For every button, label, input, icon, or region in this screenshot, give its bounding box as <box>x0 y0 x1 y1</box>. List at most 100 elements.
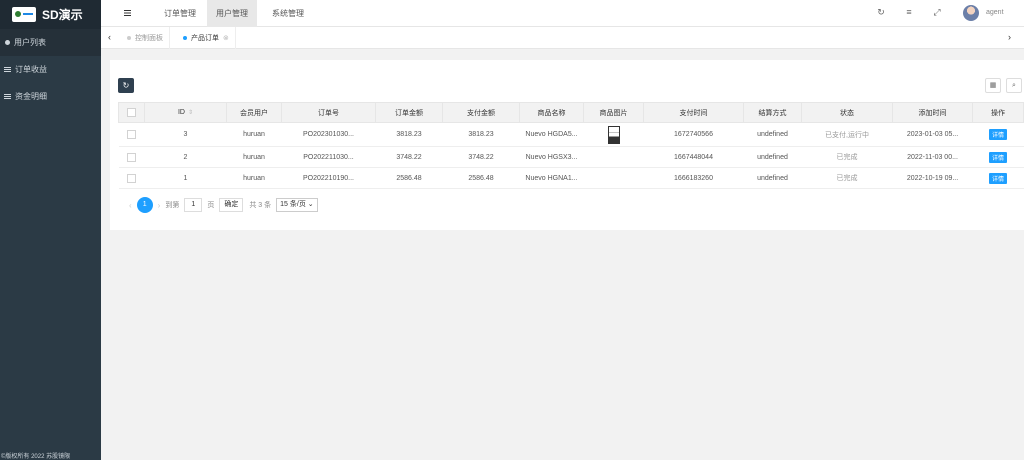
select-all-checkbox[interactable] <box>127 108 136 117</box>
row-checkbox[interactable] <box>127 152 136 162</box>
fullscreen-icon[interactable]: ⤢ <box>933 8 941 17</box>
goto-confirm-button[interactable]: 确定 <box>219 198 244 212</box>
tab-close-icon[interactable]: ⊗ <box>223 34 229 42</box>
tabs-next-icon[interactable]: › <box>1008 32 1011 42</box>
page-unit-label: 页 <box>207 202 215 209</box>
cell-order-no: PO202210190... <box>281 167 376 189</box>
cell-amount: 3818.23 <box>375 122 443 147</box>
row-checkbox[interactable] <box>127 173 136 183</box>
column-header: 订单金额 <box>375 102 443 123</box>
goto-label: 到第 <box>165 202 180 209</box>
column-header: 状态 <box>801 102 893 123</box>
current-page[interactable]: 1 <box>136 197 153 213</box>
column-header: 支付金额 <box>442 102 520 123</box>
row-checkbox[interactable] <box>127 130 136 139</box>
pagination: ‹ 1 › 到第 1 页 确定 共 3 条 15 条/页 ⌄ <box>124 197 318 213</box>
detail-button[interactable]: 详情 <box>988 151 1007 163</box>
sidebar-item-funds[interactable]: 资金明细 <box>0 83 101 110</box>
product-thumbnail[interactable] <box>607 125 620 144</box>
tabs-prev-icon[interactable]: ‹ <box>108 32 111 42</box>
notes-icon[interactable]: ≡ <box>905 8 913 17</box>
sidebar-item-label: 资金明细 <box>15 92 47 101</box>
content-card: ↻ ▦ ⌕ ID ⇕ 会员用户 订单号 订单金额 支付金额 商品名称 商品图片 支… <box>110 60 1024 230</box>
avatar[interactable] <box>963 5 979 21</box>
column-header: 商品图片 <box>583 102 644 123</box>
cell-product: Nuevo HGSX3... <box>519 146 584 168</box>
cell-id: 3 <box>144 122 227 147</box>
prev-page-icon[interactable]: ‹ <box>129 201 132 210</box>
nav-user-management[interactable]: 用户管理 <box>207 0 257 27</box>
chevron-down-icon: ⌄ <box>307 201 314 208</box>
total-count: 共 3 条 <box>249 202 272 209</box>
cell-paid: 2586.48 <box>442 167 520 189</box>
column-header: 结算方式 <box>743 102 802 123</box>
cell-status: 已支付,运行中 <box>801 122 893 147</box>
list-icon <box>4 66 11 73</box>
sort-icon[interactable]: ⇕ <box>188 110 193 116</box>
menu-toggle-icon[interactable] <box>124 10 131 16</box>
logo <box>12 7 36 22</box>
brand-name: SD演示 <box>42 8 83 22</box>
table-row: 1 huruan PO202210190... 2586.48 2586.48 … <box>118 167 1024 189</box>
sidebar-item-order-income[interactable]: 订单收益 <box>0 56 101 83</box>
cell-status: 已完成 <box>801 146 893 168</box>
cell-amount: 2586.48 <box>375 167 443 189</box>
orders-table: ID ⇕ 会员用户 订单号 订单金额 支付金额 商品名称 商品图片 支付时间 结算… <box>118 102 1024 189</box>
cell-settle: undefined <box>743 146 802 168</box>
page-size-select[interactable]: 15 条/页 ⌄ <box>276 198 318 212</box>
column-toggle-button[interactable]: ▦ <box>985 78 1001 93</box>
search-button[interactable]: ⌕ <box>1006 78 1022 93</box>
column-header[interactable]: ID ⇕ <box>144 102 227 123</box>
column-header: 添加时间 <box>892 102 973 123</box>
table-header-row: ID ⇕ 会员用户 订单号 订单金额 支付金额 商品名称 商品图片 支付时间 结算… <box>118 102 1024 123</box>
cell-user: huruan <box>226 122 282 147</box>
list-icon <box>4 93 11 100</box>
cell-amount: 3748.22 <box>375 146 443 168</box>
cell-pay-time: 1666183260 <box>643 167 744 189</box>
refresh-icon[interactable]: ↻ <box>877 8 885 17</box>
copyright-footer: ©版权所有 2022 苏股镜限 <box>1 454 71 460</box>
top-header: 订单管理 用户管理 系统管理 ↻ ≡ ⤢ agent <box>101 0 1024 27</box>
cell-id: 1 <box>144 167 227 189</box>
detail-button[interactable]: 详情 <box>988 172 1007 184</box>
column-header: 订单号 <box>281 102 376 123</box>
table-refresh-button[interactable]: ↻ <box>118 78 134 93</box>
page-input[interactable]: 1 <box>184 198 203 212</box>
cell-product: Nuevo HGNA1... <box>519 167 584 189</box>
table-row: 2 huruan PO202211030... 3748.22 3748.22 … <box>118 146 1024 168</box>
tab-dot-icon <box>127 36 131 40</box>
users-icon <box>5 40 10 45</box>
cell-image <box>583 167 644 189</box>
cell-added: 2022-11-03 00... <box>892 146 973 168</box>
nav-system-management[interactable]: 系统管理 <box>263 0 313 27</box>
cell-status: 已完成 <box>801 167 893 189</box>
cell-product: Nuevo HGDA5... <box>519 122 584 147</box>
cell-added: 2022-10-19 09... <box>892 167 973 189</box>
cell-user: huruan <box>226 146 282 168</box>
cell-image <box>583 146 644 168</box>
username[interactable]: agent <box>986 9 1004 16</box>
nav-order-management[interactable]: 订单管理 <box>155 0 205 27</box>
cell-paid: 3818.23 <box>442 122 520 147</box>
tab-label: 产品订单 <box>191 35 219 42</box>
next-page-icon[interactable]: › <box>158 201 161 210</box>
cell-paid: 3748.22 <box>442 146 520 168</box>
cell-user: huruan <box>226 167 282 189</box>
sidebar-item-label: 订单收益 <box>15 65 47 74</box>
cell-pay-time: 1667448044 <box>643 146 744 168</box>
cell-pay-time: 1672740566 <box>643 122 744 147</box>
cell-image <box>583 122 644 147</box>
tab-label: 控制面板 <box>135 35 163 42</box>
cell-order-no: PO202211030... <box>281 146 376 168</box>
tab-product-orders[interactable]: 产品订单 ⊗ <box>177 27 236 49</box>
detail-button[interactable]: 详情 <box>988 129 1007 140</box>
select-all-cell <box>118 102 145 123</box>
cell-id: 2 <box>144 146 227 168</box>
table-row: 3 huruan PO202301030... 3818.23 3818.23 … <box>118 122 1024 147</box>
sidebar-item-users[interactable]: 用户列表 <box>0 29 101 56</box>
sidebar: SD演示 用户列表 订单收益 资金明细 ©版权所有 2022 苏股镜限 <box>0 0 101 460</box>
brand[interactable]: SD演示 <box>0 0 101 29</box>
tab-bar: ‹ 控制面板 产品订单 ⊗ › <box>101 27 1024 49</box>
tab-dashboard[interactable]: 控制面板 <box>121 27 170 49</box>
cell-settle: undefined <box>743 122 802 147</box>
